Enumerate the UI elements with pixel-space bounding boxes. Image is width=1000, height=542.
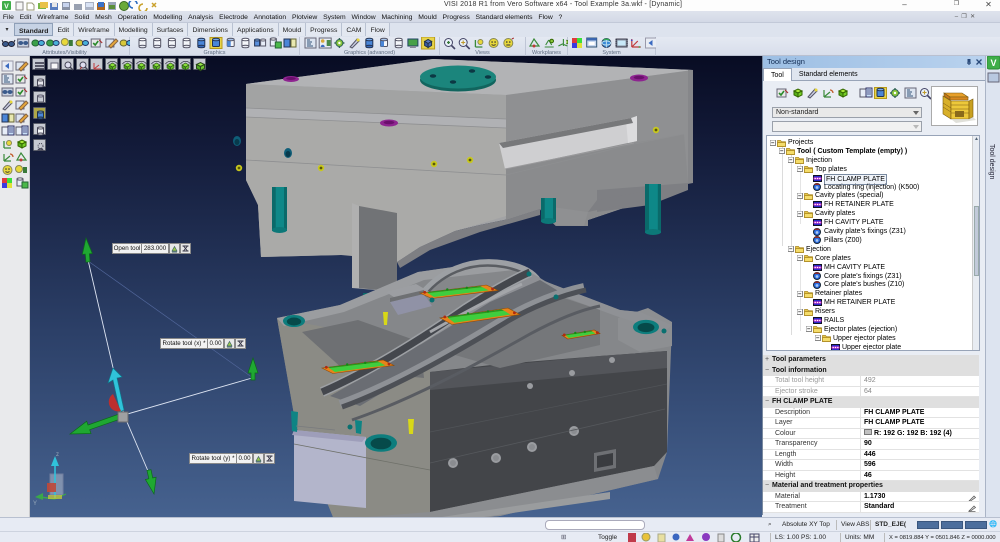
svg-text:z: z — [56, 452, 59, 458]
svg-text:V: V — [4, 4, 9, 11]
svg-text:V: V — [990, 58, 996, 68]
svg-text:Y: Y — [33, 501, 37, 507]
